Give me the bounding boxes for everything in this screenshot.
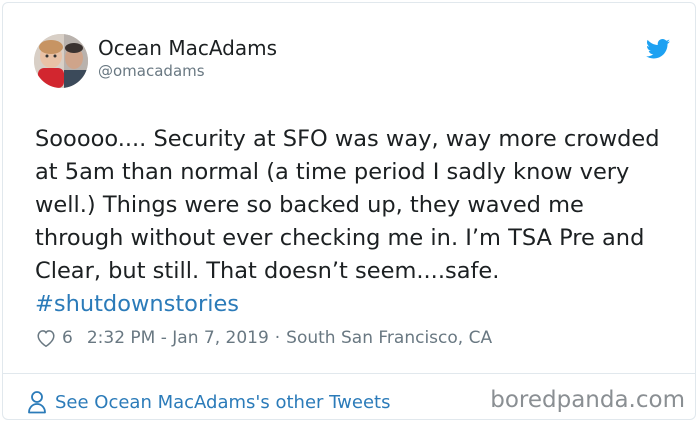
heart-icon[interactable]: [35, 327, 57, 349]
see-other-tweets-label[interactable]: See Ocean MacAdams's other Tweets: [55, 392, 390, 413]
avatar[interactable]: [34, 34, 88, 88]
avatar-photo: [34, 34, 88, 88]
hashtag-link[interactable]: #shutdownstories: [35, 291, 239, 317]
tweet-text: Sooooo.... Security at SFO was way, way …: [35, 123, 675, 321]
author-name[interactable]: Ocean MacAdams: [98, 35, 277, 61]
tweet-body: Sooooo.... Security at SFO was way, way …: [35, 126, 660, 284]
like-count[interactable]: 6: [62, 328, 73, 348]
watermark: boredpanda.com: [490, 387, 685, 413]
tweet-meta: 6 2:32 PM - Jan 7, 2019 · South San Fran…: [35, 325, 492, 351]
see-other-tweets-link[interactable]: See Ocean MacAdams's other Tweets: [27, 388, 390, 416]
meta-separator: ·: [274, 328, 281, 348]
author-handle[interactable]: @omacadams: [98, 61, 205, 81]
location[interactable]: South San Francisco, CA: [286, 328, 492, 348]
tweet-card: Ocean MacAdams @omacadams Sooooo.... Sec…: [2, 2, 696, 420]
footer-divider: [3, 373, 695, 374]
person-icon: [28, 391, 46, 414]
twitter-bird-icon[interactable]: [646, 39, 670, 59]
timestamp[interactable]: 2:32 PM - Jan 7, 2019: [87, 328, 269, 348]
